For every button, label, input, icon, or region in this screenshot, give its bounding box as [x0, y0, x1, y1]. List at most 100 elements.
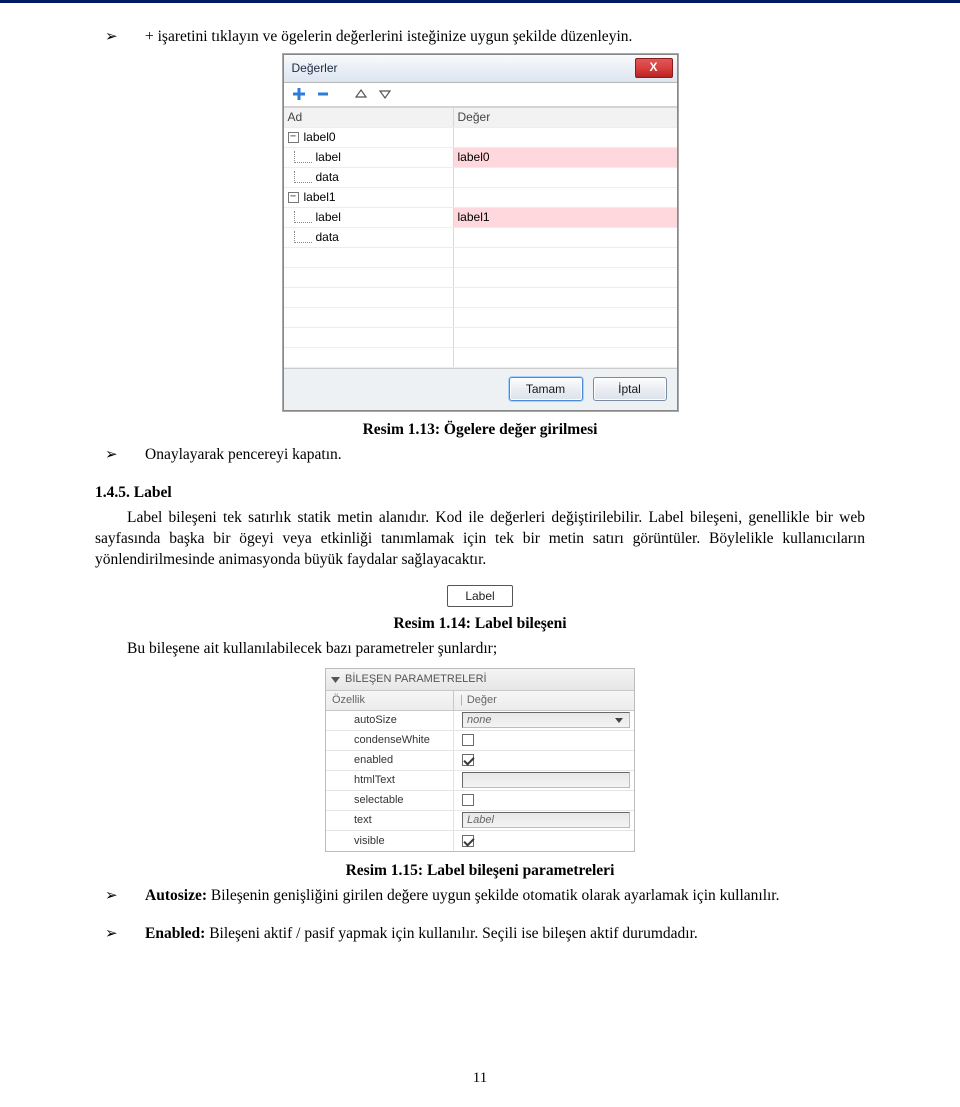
bullet-item: ➢ + işaretini tıklayın ve ögelerin değer… — [95, 27, 865, 48]
grid-row[interactable]: label label0 — [284, 148, 677, 168]
bullet-glyph: ➢ — [95, 445, 145, 466]
param-label: selectable — [326, 791, 454, 810]
param-label: visible — [326, 831, 454, 851]
move-up-icon[interactable] — [352, 85, 370, 103]
document-page: ➢ + işaretini tıklayın ve ögelerin değer… — [0, 0, 960, 1107]
param-row-visible[interactable]: visible — [326, 831, 634, 851]
bullet-item: ➢ Autosize: Bileşenin genişliğini girile… — [95, 886, 865, 907]
param-label: enabled — [326, 751, 454, 770]
param-dropdown[interactable]: none — [462, 712, 630, 728]
section-heading: 1.4.5. Label — [95, 484, 865, 502]
grid-row[interactable]: data — [284, 228, 677, 248]
dialog-toolbar — [284, 83, 677, 107]
tree-connector-icon — [294, 231, 312, 243]
figure-caption: Resim 1.13: Ögelere değer girilmesi — [95, 421, 865, 439]
expand-collapse-icon[interactable]: − — [288, 192, 299, 203]
param-textfield[interactable]: Label — [462, 812, 630, 828]
bullet-glyph: ➢ — [95, 27, 145, 48]
column-header-name: Ad — [284, 108, 454, 127]
run-text: Bileşenin genişliğini girilen değere uyg… — [207, 887, 780, 904]
expand-collapse-icon[interactable]: − — [288, 132, 299, 143]
grid-empty-row — [284, 308, 677, 328]
param-row-enabled[interactable]: enabled — [326, 751, 634, 771]
cell-value — [454, 128, 677, 147]
param-row-condensewhite[interactable]: condenseWhite — [326, 731, 634, 751]
dialog-footer: Tamam İptal — [284, 368, 677, 410]
dialog-titlebar: Değerler X — [284, 55, 677, 83]
param-row-htmltext[interactable]: htmlText — [326, 771, 634, 791]
grid-row[interactable]: data — [284, 168, 677, 188]
add-icon[interactable] — [290, 85, 308, 103]
param-label: condenseWhite — [326, 731, 454, 750]
panel-title: BİLEŞEN PARAMETRELERİ — [345, 673, 487, 685]
cell-name: label — [284, 148, 454, 167]
cell-value[interactable]: label0 — [454, 148, 677, 167]
run-bold: Autosize: — [145, 887, 207, 904]
cell-value[interactable]: label1 — [454, 208, 677, 227]
dialog-title: Değerler — [292, 61, 635, 75]
tree-connector-icon — [294, 171, 312, 183]
close-button[interactable]: X — [635, 58, 673, 78]
run-text: Bileşeni aktif / pasif yapmak için kulla… — [205, 925, 697, 942]
grid-empty-row — [284, 288, 677, 308]
param-row-autosize[interactable]: autoSize none — [326, 711, 634, 731]
param-row-selectable[interactable]: selectable — [326, 791, 634, 811]
tree-connector-icon — [294, 151, 312, 163]
param-checkbox[interactable] — [462, 794, 474, 806]
body-text: Onaylayarak pencereyi kapatın. — [145, 445, 342, 466]
grid-row[interactable]: − label1 — [284, 188, 677, 208]
grid-empty-row — [284, 328, 677, 348]
page-number: 11 — [0, 1070, 960, 1087]
bullet-glyph: ➢ — [95, 886, 145, 907]
param-checkbox[interactable] — [462, 754, 474, 766]
bullet-item: ➢ Enabled: Bileşeni aktif / pasif yapmak… — [95, 924, 865, 945]
cell-value — [454, 188, 677, 207]
cell-name: − label1 — [284, 188, 454, 207]
cell-name: label — [284, 208, 454, 227]
tree-connector-icon — [294, 211, 312, 223]
cell-name: data — [284, 168, 454, 187]
collapse-triangle-icon — [330, 674, 341, 685]
values-dialog: Değerler X Ad Değer — [283, 54, 678, 411]
cell-text: data — [316, 170, 339, 184]
param-checkbox[interactable] — [462, 734, 474, 746]
param-label: text — [326, 811, 454, 830]
body-text: + işaretini tıklayın ve ögelerin değerle… — [145, 27, 632, 48]
column-header-property: Özellik — [326, 691, 454, 710]
ok-button[interactable]: Tamam — [509, 377, 583, 401]
cell-name: data — [284, 228, 454, 247]
cell-text: label0 — [304, 130, 336, 144]
grid-empty-row — [284, 248, 677, 268]
param-label: htmlText — [326, 771, 454, 790]
bullet-glyph: ➢ — [95, 924, 145, 945]
grid-header-row: Ad Değer — [284, 108, 677, 128]
grid-row[interactable]: label label1 — [284, 208, 677, 228]
bullet-item: ➢ Onaylayarak pencereyi kapatın. — [95, 445, 865, 466]
panel-column-headers: Özellik | Değer — [326, 691, 634, 711]
cell-text: label1 — [304, 190, 336, 204]
panel-header[interactable]: BİLEŞEN PARAMETRELERİ — [326, 669, 634, 691]
column-header-value: Değer — [454, 108, 677, 127]
grid-row[interactable]: − label0 — [284, 128, 677, 148]
cancel-button[interactable]: İptal — [593, 377, 667, 401]
run-bold: Enabled: — [145, 925, 205, 942]
grid-empty-row — [284, 268, 677, 288]
param-textfield[interactable] — [462, 772, 630, 788]
figure-caption: Resim 1.14: Label bileşeni — [95, 615, 865, 633]
grid-empty-row — [284, 348, 677, 368]
param-checkbox[interactable] — [462, 835, 474, 847]
label-component-preview: Label — [447, 585, 513, 607]
move-down-icon[interactable] — [376, 85, 394, 103]
cell-text: label — [316, 150, 341, 164]
param-label: autoSize — [326, 711, 454, 730]
cell-text: data — [316, 230, 339, 244]
cell-value — [454, 168, 677, 187]
cell-name: − label0 — [284, 128, 454, 147]
component-parameters-panel: BİLEŞEN PARAMETRELERİ Özellik | Değer au… — [325, 668, 635, 852]
column-header-value: | Değer — [454, 691, 634, 710]
body-text: Enabled: Bileşeni aktif / pasif yapmak i… — [145, 924, 698, 945]
cell-value — [454, 228, 677, 247]
body-text: Autosize: Bileşenin genişliğini girilen … — [145, 886, 780, 907]
remove-icon[interactable] — [314, 85, 332, 103]
param-row-text[interactable]: text Label — [326, 811, 634, 831]
